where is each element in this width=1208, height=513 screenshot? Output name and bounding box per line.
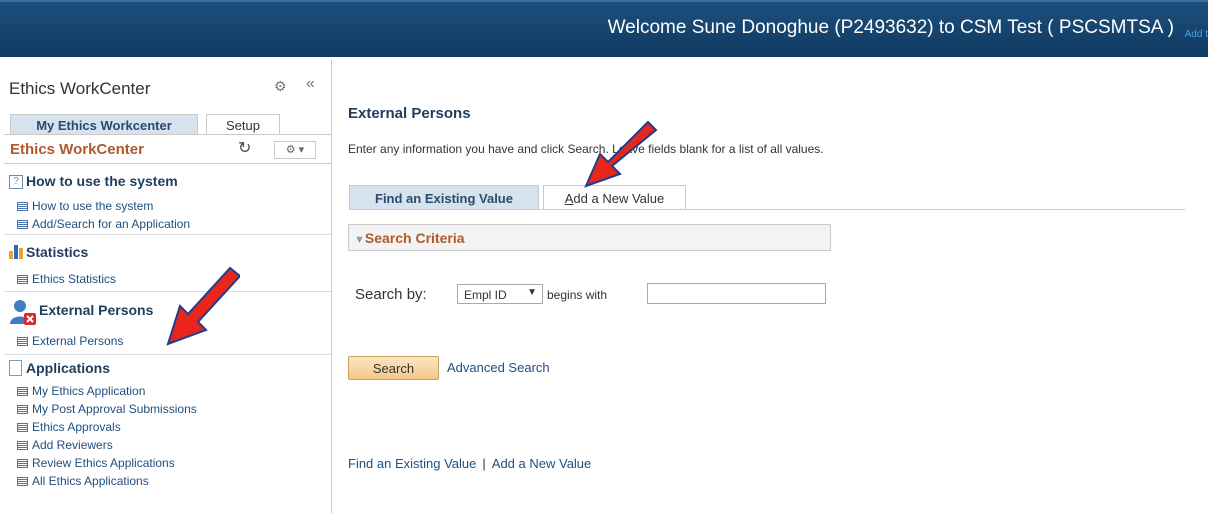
help-icon: ? bbox=[9, 175, 23, 189]
top-banner: Welcome Sune Donoghue (P2493632) to CSM … bbox=[0, 0, 1208, 57]
welcome-text: Welcome Sune Donoghue (P2493632) to CSM … bbox=[607, 17, 1174, 38]
bar-chart-icon bbox=[9, 245, 24, 259]
advanced-search-link[interactable]: Advanced Search bbox=[447, 360, 550, 375]
criteria-title-text: Search Criteria bbox=[364, 230, 465, 246]
tab-my-ethics-workcenter[interactable]: My Ethics Workcenter bbox=[10, 114, 198, 134]
sidebar-item-add-search[interactable]: Add/Search for an Application bbox=[32, 217, 190, 231]
link-add-new-value[interactable]: Add a New Value bbox=[492, 456, 592, 471]
annotation-arrow-icon bbox=[166, 266, 240, 346]
sidebar-item-ethics-approvals[interactable]: Ethics Approvals bbox=[32, 420, 121, 434]
main-content: External Persons Enter any information y… bbox=[333, 60, 1208, 513]
gear-icon[interactable]: ⚙ bbox=[274, 78, 287, 95]
list-icon bbox=[17, 477, 28, 486]
tab-find-existing-value[interactable]: Find an Existing Value bbox=[349, 185, 539, 210]
annotation-arrow-icon bbox=[584, 120, 658, 188]
sidebar-item-review-applications[interactable]: Review Ethics Applications bbox=[32, 456, 175, 470]
collapse-icon[interactable]: « bbox=[306, 75, 315, 93]
sidebar-item-add-reviewers[interactable]: Add Reviewers bbox=[32, 438, 113, 452]
list-icon bbox=[17, 202, 28, 211]
workcenter-title: Ethics WorkCenter bbox=[9, 79, 151, 98]
link-find-existing-value[interactable]: Find an Existing Value bbox=[348, 456, 476, 471]
search-by-label: Search by: bbox=[355, 286, 427, 303]
search-criteria-header[interactable]: ▼Search Criteria bbox=[348, 224, 831, 251]
page-title: External Persons bbox=[348, 105, 471, 122]
list-icon bbox=[17, 423, 28, 432]
tab-setup[interactable]: Setup bbox=[206, 114, 280, 134]
section-title: External Persons bbox=[39, 302, 154, 318]
select-value: Empl ID bbox=[464, 288, 507, 302]
list-icon bbox=[17, 387, 28, 396]
document-icon bbox=[9, 360, 22, 376]
search-value-input[interactable] bbox=[647, 283, 826, 304]
section-applications: Applications My Ethics Application My Po… bbox=[4, 355, 331, 495]
person-remove-icon bbox=[10, 300, 36, 325]
sidebar-item-post-approval[interactable]: My Post Approval Submissions bbox=[32, 402, 197, 416]
tab-label-rest: dd a New Value bbox=[573, 191, 665, 206]
add-favorite-link[interactable]: Add t bbox=[1185, 29, 1208, 40]
list-icon bbox=[17, 441, 28, 450]
sidebar-item-all-applications[interactable]: All Ethics Applications bbox=[32, 474, 149, 488]
dropdown-arrow-icon: ▼ bbox=[527, 287, 537, 298]
pagelet-header: Ethics WorkCenter ↻ ⚙ ▾ bbox=[4, 134, 331, 164]
search-by-select[interactable]: Empl ID ▼ bbox=[457, 284, 543, 304]
separator: | bbox=[482, 456, 486, 471]
list-icon bbox=[17, 405, 28, 414]
section-title: How to use the system bbox=[26, 173, 178, 189]
search-criteria-title: ▼Search Criteria bbox=[354, 230, 465, 246]
pagelet-title: Ethics WorkCenter bbox=[10, 141, 144, 158]
search-button[interactable]: Search bbox=[348, 356, 439, 380]
list-icon bbox=[17, 275, 28, 284]
section-title: Statistics bbox=[26, 244, 89, 260]
list-icon bbox=[17, 459, 28, 468]
sidebar-item-ethics-statistics[interactable]: Ethics Statistics bbox=[32, 272, 116, 286]
collapse-triangle-icon: ▼ bbox=[354, 234, 365, 246]
begins-with-label: begins with bbox=[547, 288, 608, 302]
list-icon bbox=[17, 337, 28, 346]
options-dropdown[interactable]: ⚙ ▾ bbox=[274, 141, 316, 159]
refresh-icon[interactable]: ↻ bbox=[238, 138, 251, 158]
sidebar-item-my-ethics-application[interactable]: My Ethics Application bbox=[32, 384, 145, 398]
tab-divider bbox=[349, 209, 1185, 210]
section-title: Applications bbox=[26, 360, 111, 376]
sidebar-item-external-persons[interactable]: External Persons bbox=[32, 334, 123, 348]
section-how-to-use: ? How to use the system How to use the s… bbox=[4, 164, 331, 235]
sidebar-item-how-to-use[interactable]: How to use the system bbox=[32, 199, 153, 213]
bottom-links: Find an Existing Value | Add a New Value bbox=[348, 456, 591, 471]
list-icon bbox=[17, 220, 28, 229]
